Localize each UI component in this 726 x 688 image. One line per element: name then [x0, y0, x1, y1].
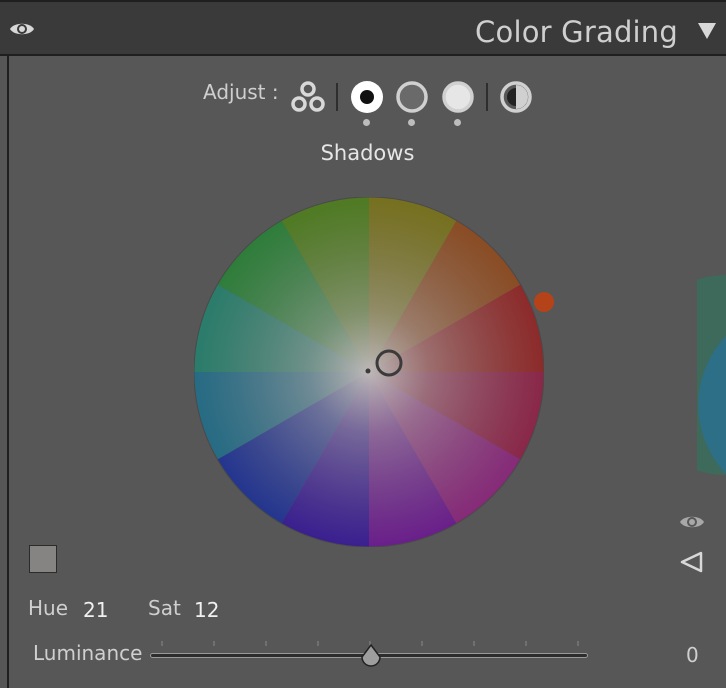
- eye-icon[interactable]: [9, 19, 35, 39]
- hue-label: Hue: [28, 596, 69, 620]
- triangle-down-icon[interactable]: [696, 21, 718, 41]
- three-way-icon[interactable]: [289, 80, 327, 114]
- adjust-label: Adjust :: [203, 80, 279, 104]
- panel-title: Color Grading: [475, 15, 678, 49]
- midtones-icon[interactable]: [394, 79, 430, 115]
- indicator-dot: [363, 119, 370, 126]
- sat-value[interactable]: 12: [194, 598, 219, 622]
- panel-header[interactable]: Color Grading: [0, 0, 726, 56]
- luminance-label: Luminance: [33, 641, 143, 665]
- separator: [336, 83, 338, 111]
- hue-value[interactable]: 21: [83, 598, 108, 622]
- hue-handle[interactable]: [534, 292, 554, 312]
- highlights-icon[interactable]: [440, 79, 476, 115]
- eye-icon[interactable]: [679, 512, 705, 532]
- color-wheel[interactable]: [194, 197, 544, 547]
- global-icon[interactable]: [498, 79, 534, 115]
- separator: [486, 83, 488, 111]
- section-label: Shadows: [320, 141, 415, 165]
- indicator-dot: [454, 119, 461, 126]
- sat-label: Sat: [148, 596, 181, 620]
- luminance-value[interactable]: 0: [686, 643, 699, 667]
- triangle-left-icon[interactable]: [679, 551, 703, 573]
- center-dot: [365, 368, 371, 374]
- shadows-icon[interactable]: [349, 79, 385, 115]
- indicator-dot: [408, 119, 415, 126]
- color-swatch[interactable]: [29, 545, 57, 573]
- slider-thumb[interactable]: [359, 643, 383, 667]
- adjacent-wheel: [697, 275, 726, 475]
